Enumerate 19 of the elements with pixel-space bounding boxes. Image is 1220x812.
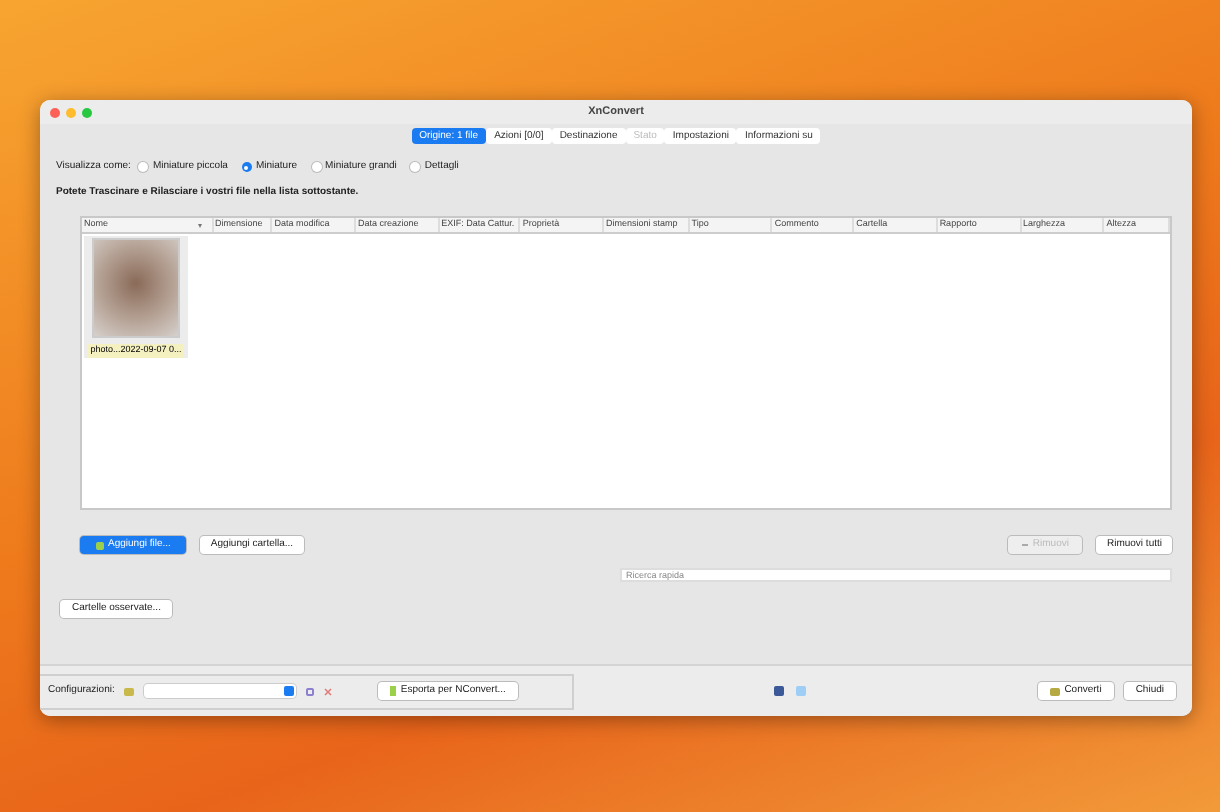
minimize-button[interactable] bbox=[66, 107, 76, 117]
maximize-button[interactable] bbox=[82, 107, 92, 117]
radio-button[interactable] bbox=[410, 162, 421, 173]
photo-placeholder bbox=[92, 238, 180, 338]
radio-button[interactable] bbox=[138, 162, 149, 173]
minus-icon bbox=[1022, 544, 1029, 546]
convert-icon bbox=[1050, 687, 1061, 695]
radio-button[interactable] bbox=[241, 162, 252, 173]
twitter-icon[interactable] bbox=[796, 686, 806, 696]
facebook-icon[interactable] bbox=[774, 686, 784, 696]
export-icon bbox=[390, 686, 397, 696]
delete-icon[interactable] bbox=[324, 687, 333, 695]
config-select[interactable] bbox=[144, 684, 297, 698]
sort-caret-icon bbox=[197, 223, 201, 227]
save-icon[interactable] bbox=[306, 687, 315, 695]
add-file-icon bbox=[96, 541, 104, 549]
radio-button[interactable] bbox=[311, 162, 322, 173]
close-button[interactable] bbox=[50, 107, 60, 117]
folder-icon[interactable] bbox=[124, 687, 135, 695]
